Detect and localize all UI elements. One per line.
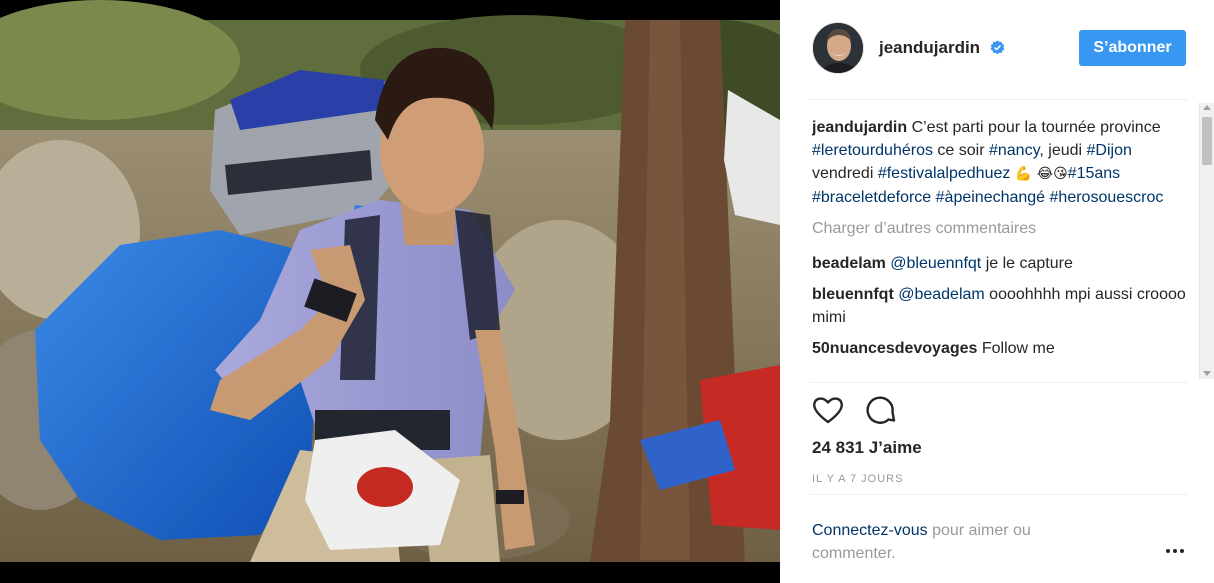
divider [810,494,1188,495]
post-header: jeandujardin S’abonner [780,0,1214,100]
comments-scrollbar[interactable] [1199,103,1214,379]
caption-text: ce soir [932,142,989,159]
emoji: 💪 [1010,166,1037,182]
more-options-button[interactable] [1163,541,1187,561]
post-username[interactable]: jeandujardin [879,38,980,58]
follow-button[interactable]: S’abonner [1079,30,1186,66]
post-timestamp: IL Y A 7 JOURS [812,473,904,485]
comment-username[interactable]: bleuennfqt [812,286,894,303]
caption-username[interactable]: jeandujardin [812,119,907,136]
heart-icon [813,397,843,424]
comment-username[interactable]: beadelam [812,255,886,272]
hashtag[interactable]: #Dijon [1087,142,1132,159]
login-prompt: Connectez-vous pour aimer ou commenter. [812,519,1112,565]
more-options-icon [1166,549,1184,553]
hashtag[interactable]: #leretourduhéros [812,142,933,159]
comment-mention[interactable]: @beadelam [898,286,985,303]
post-panel: jeandujardin S’abonner jeandujardin C’es… [780,0,1214,583]
login-link[interactable]: Connectez-vous [812,522,928,539]
comment-username[interactable]: 50nuancesdevoyages [812,340,977,357]
divider [810,99,1188,100]
photo-illustration [0,0,780,583]
caption-text: C’est parti pour la tournée province [907,119,1161,136]
comment-item: bleuennfqt @beadelam oooohhhh mpi aussi … [812,283,1192,329]
comment-text: Follow me [977,340,1055,357]
divider [810,382,1188,383]
avatar[interactable] [812,22,864,74]
post-photo [0,0,780,583]
comment-item: beadelam @bleuennfqt je le capture [812,252,1192,275]
scroll-down-arrow-icon[interactable] [1203,371,1211,376]
hashtag[interactable]: #15ans [1068,165,1121,182]
hashtag[interactable]: #àpeinechangé [936,189,1045,206]
avatar-image [813,23,863,73]
emoji: 😂😘 [1036,166,1068,182]
like-button[interactable] [810,393,846,429]
comment-text: je le capture [981,255,1073,272]
comment-button[interactable] [862,393,898,429]
hashtag[interactable]: #braceletdeforce [812,189,931,206]
load-more-comments-link[interactable]: Charger d’autres commentaires [812,217,1192,240]
caption-text: vendredi [812,165,878,182]
caption: jeandujardin C’est parti pour la tournée… [812,116,1192,209]
hashtag[interactable]: #festivalalpedhuez [878,165,1011,182]
comment-mention[interactable]: @bleuennfqt [890,255,981,272]
comments-list[interactable]: jeandujardin C’est parti pour la tournée… [812,116,1192,382]
comment-icon [866,396,896,424]
verified-badge-icon [990,40,1005,55]
hashtag[interactable]: #herosouescroc [1050,189,1164,206]
scroll-up-arrow-icon[interactable] [1203,105,1211,110]
hashtag[interactable]: #nancy [989,142,1039,159]
likes-count[interactable]: 24 831 J’aime [812,438,922,458]
caption-text: , jeudi [1039,142,1087,159]
comment-item: 50nuancesdevoyages Follow me [812,337,1192,360]
likes-number: 24 831 [812,438,864,457]
likes-label: J’aime [864,438,922,457]
scroll-thumb[interactable] [1202,117,1212,165]
